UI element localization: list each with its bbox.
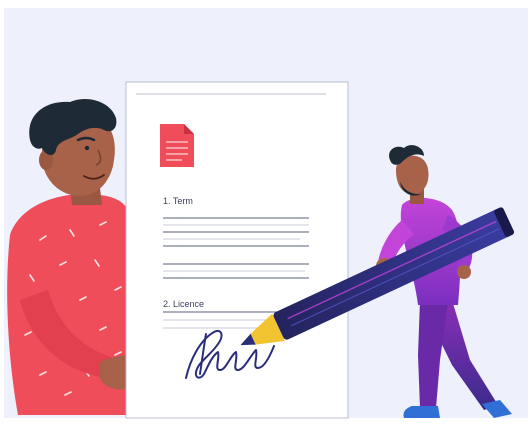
illustration: 1. Term 2. Licence [0, 0, 532, 428]
section-licence-label: 2. Licence [163, 299, 205, 309]
contract-document [125, 81, 349, 419]
section-term-label: 1. Term [163, 196, 193, 206]
illustration-canvas [4, 8, 528, 419]
file-icon [160, 124, 194, 167]
